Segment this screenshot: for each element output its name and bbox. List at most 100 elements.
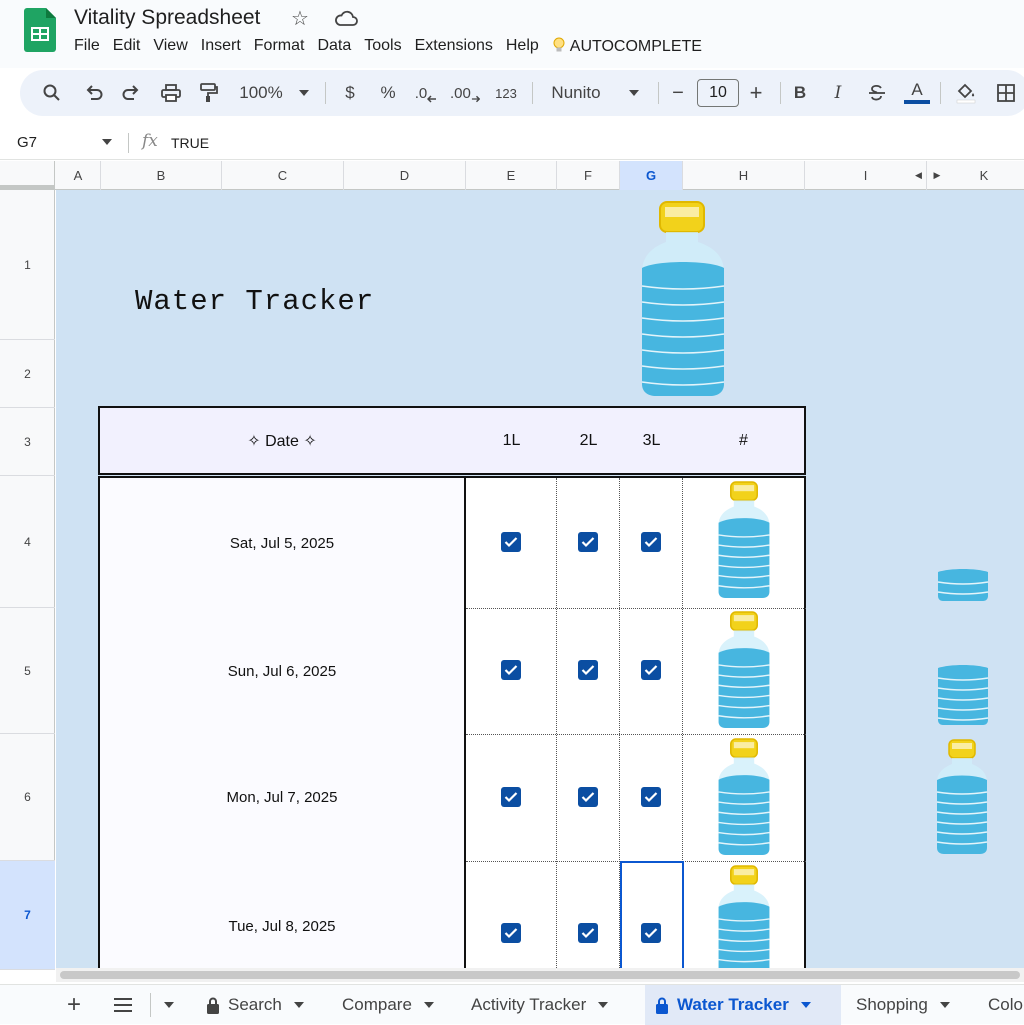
menu-edit[interactable]: Edit xyxy=(113,37,141,56)
chevron-down-icon[interactable] xyxy=(102,139,112,145)
horizontal-scrollbar[interactable] xyxy=(56,968,1024,982)
date-cell[interactable]: Mon, Jul 7, 2025 xyxy=(100,734,464,861)
italic-button[interactable]: I xyxy=(828,70,848,116)
select-all-corner[interactable] xyxy=(0,161,55,190)
column-header-c[interactable]: C xyxy=(222,161,344,190)
name-box[interactable]: G7 xyxy=(17,134,37,151)
column-header-d[interactable]: D xyxy=(344,161,466,190)
increase-decimal-button[interactable]: .00 xyxy=(450,70,480,116)
column-header-k[interactable]: K xyxy=(944,161,1024,190)
column-header-f[interactable]: F xyxy=(557,161,620,190)
chevron-down-icon[interactable] xyxy=(423,1002,434,1008)
checkbox-1l[interactable] xyxy=(501,923,521,943)
formula-input[interactable]: TRUE xyxy=(171,135,209,151)
decrease-decimal-button[interactable]: .0 xyxy=(412,70,440,116)
checkbox-2l[interactable] xyxy=(578,660,598,680)
cloud-status-icon[interactable] xyxy=(334,9,358,27)
menu-file[interactable]: File xyxy=(74,37,100,56)
hidden-column-left-arrow[interactable]: ◀ xyxy=(910,161,927,190)
borders-icon xyxy=(997,84,1015,102)
checkbox-2l[interactable] xyxy=(578,532,598,552)
chevron-down-icon[interactable] xyxy=(293,1002,304,1008)
grid-line xyxy=(556,478,557,970)
fill-color-button[interactable] xyxy=(952,70,980,116)
tab-activity-tracker[interactable]: Activity Tracker xyxy=(461,985,618,1025)
font-select[interactable]: Nunito xyxy=(546,70,606,116)
checkbox-2l[interactable] xyxy=(578,923,598,943)
format-percent-button[interactable]: % xyxy=(375,70,401,116)
font-size-input[interactable]: 10 xyxy=(697,79,739,107)
column-header-h[interactable]: H xyxy=(683,161,805,190)
row-header-3[interactable]: 3 xyxy=(0,408,55,476)
redo-button[interactable] xyxy=(117,70,145,116)
checkbox-2l[interactable] xyxy=(578,787,598,807)
text-color-button[interactable]: A xyxy=(902,70,932,116)
font-dropdown[interactable] xyxy=(626,70,642,116)
checkbox-3l[interactable] xyxy=(641,787,661,807)
menu-tools[interactable]: Tools xyxy=(364,37,401,56)
chevron-down-icon[interactable] xyxy=(939,1002,950,1008)
row-header-2[interactable]: 2 xyxy=(0,340,55,408)
checkbox-1l[interactable] xyxy=(501,660,521,680)
date-cell[interactable]: Tue, Jul 8, 2025 xyxy=(100,861,464,970)
check-icon xyxy=(644,537,658,548)
column-header-a[interactable]: A xyxy=(56,161,101,190)
column-header-g[interactable]: G xyxy=(620,161,683,190)
checkbox-3l[interactable] xyxy=(641,532,661,552)
search-menus-button[interactable] xyxy=(38,70,66,116)
paint-format-button[interactable] xyxy=(195,70,223,116)
font-size-increase-button[interactable]: + xyxy=(746,70,766,116)
zoom-dropdown[interactable] xyxy=(296,70,312,116)
menu-format[interactable]: Format xyxy=(254,37,305,56)
checkbox-1l[interactable] xyxy=(501,532,521,552)
check-icon xyxy=(581,537,595,548)
sheets-logo-icon[interactable] xyxy=(24,8,56,52)
row-header-7[interactable]: 7 xyxy=(0,861,55,970)
checkbox-3l[interactable] xyxy=(641,660,661,680)
star-icon[interactable]: ☆ xyxy=(291,6,309,31)
menu-view[interactable]: View xyxy=(153,37,187,56)
format-currency-button[interactable]: $ xyxy=(338,70,362,116)
document-title[interactable]: Vitality Spreadsheet xyxy=(74,6,260,30)
undo-button[interactable] xyxy=(80,70,108,116)
tab-search[interactable]: Search xyxy=(196,985,314,1025)
hidden-column-right-arrow[interactable]: ▶ xyxy=(930,161,944,190)
add-sheet-button[interactable]: + xyxy=(60,985,88,1025)
sheet-scroll-dropdown[interactable] xyxy=(160,985,178,1025)
check-icon xyxy=(504,928,518,939)
number-format-button[interactable]: 123 xyxy=(490,70,522,116)
row-header-4[interactable]: 4 xyxy=(0,476,55,608)
tab-shopping[interactable]: Shopping xyxy=(846,985,960,1025)
date-cell[interactable]: Sat, Jul 5, 2025 xyxy=(100,478,464,608)
tab-colo[interactable]: Colo xyxy=(978,985,1024,1025)
column-header-e[interactable]: E xyxy=(466,161,557,190)
menu-autocomplete[interactable]: AUTOCOMPLETE xyxy=(552,37,702,56)
menu-insert[interactable]: Insert xyxy=(201,37,241,56)
checkbox-1l[interactable] xyxy=(501,787,521,807)
menu-extensions[interactable]: Extensions xyxy=(415,37,493,56)
tab-compare[interactable]: Compare xyxy=(332,985,444,1025)
menu-data[interactable]: Data xyxy=(317,37,351,56)
bold-button[interactable]: B xyxy=(790,70,810,116)
all-sheets-button[interactable] xyxy=(108,985,138,1025)
text-color-label: A xyxy=(911,80,923,99)
sheet-grid[interactable]: Water Tracker ✧ Date ✧ 1L 2L 3L # Sat, J… xyxy=(56,190,1024,970)
checkbox-3l[interactable] xyxy=(641,923,661,943)
row-header-1[interactable]: 1 xyxy=(0,190,55,340)
date-cell[interactable]: Sun, Jul 6, 2025 xyxy=(100,608,464,734)
borders-button[interactable] xyxy=(992,70,1020,116)
column-header-b[interactable]: B xyxy=(101,161,222,190)
column-header-i[interactable]: I xyxy=(805,161,927,190)
print-button[interactable] xyxy=(157,70,185,116)
chevron-down-icon[interactable] xyxy=(598,1002,609,1008)
row-header-6[interactable]: 6 xyxy=(0,734,55,861)
menu-help[interactable]: Help xyxy=(506,37,539,56)
zoom-select[interactable]: 100% xyxy=(232,70,290,116)
font-size-decrease-button[interactable]: − xyxy=(668,70,688,116)
tab-water-tracker[interactable]: Water Tracker xyxy=(645,985,841,1025)
strikethrough-button[interactable] xyxy=(866,70,888,116)
chevron-down-icon[interactable] xyxy=(800,1002,811,1008)
row-header-5[interactable]: 5 xyxy=(0,608,55,734)
selected-cell-g7[interactable] xyxy=(620,861,684,970)
scrollbar-thumb[interactable] xyxy=(60,971,1020,979)
